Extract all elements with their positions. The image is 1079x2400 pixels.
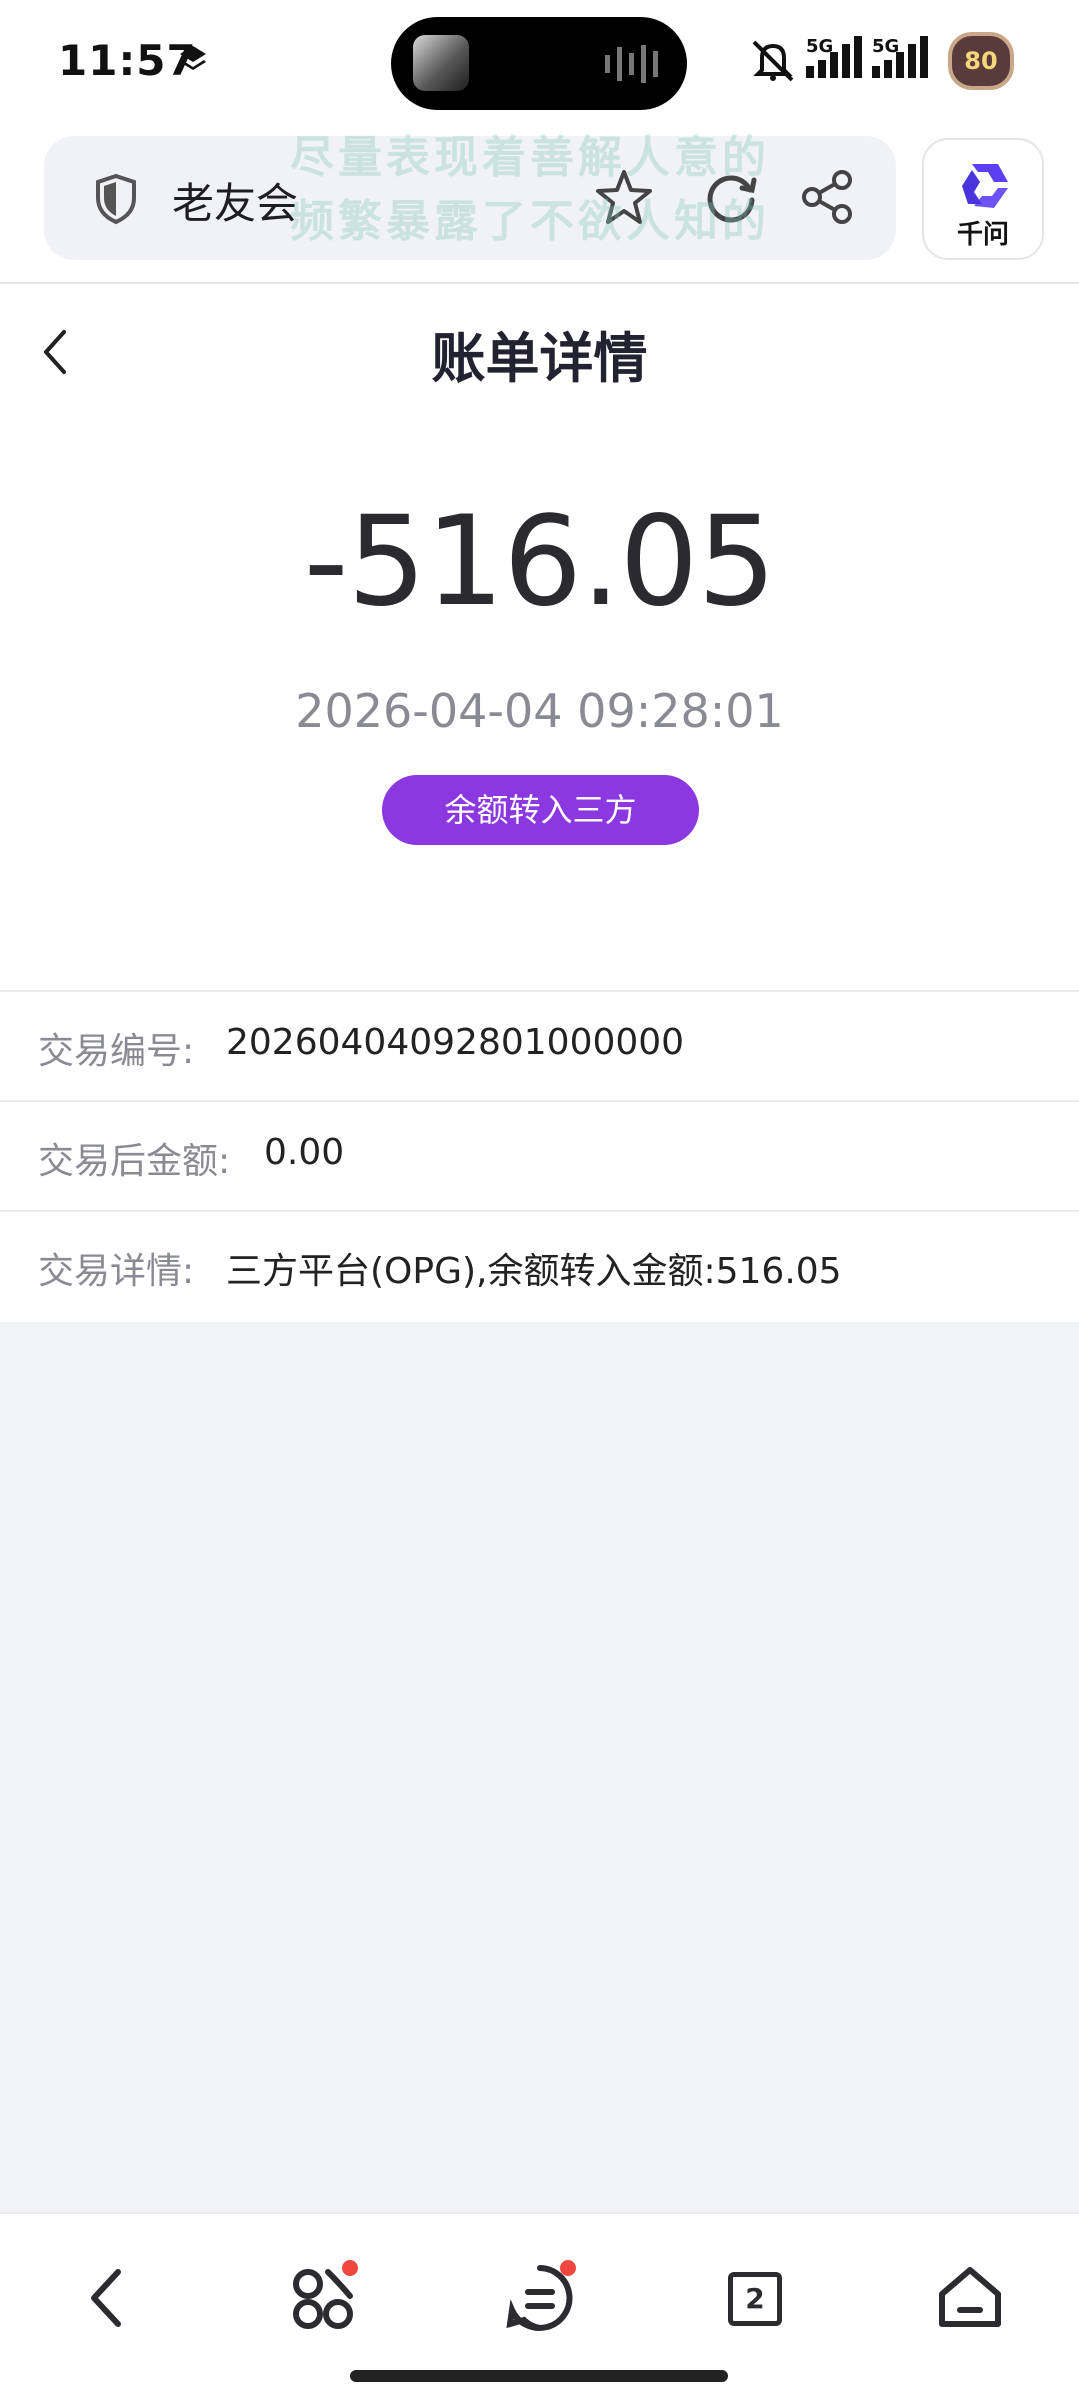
- detail-row-balance-after: 交易后金额: 0.00: [0, 1100, 1079, 1210]
- detail-row-transaction-details: 交易详情: 三方平台(OPG),余额转入金额:516.05: [0, 1210, 1079, 1320]
- nav-back-button[interactable]: [68, 2258, 148, 2338]
- share-icon[interactable]: [798, 168, 856, 226]
- nav-discover-button[interactable]: [284, 2258, 364, 2338]
- star-icon[interactable]: [592, 166, 656, 230]
- detail-value: 0.00: [264, 1132, 345, 1173]
- page-title: 账单详情: [431, 327, 648, 390]
- bill-amount: -516.05: [303, 490, 777, 634]
- signal-2-icon: [872, 36, 928, 78]
- detail-label: 交易详情:: [38, 1251, 195, 1292]
- shield-icon[interactable]: [92, 172, 140, 226]
- mute-bell-icon: [752, 40, 794, 82]
- detail-label: 交易后金额:: [38, 1141, 231, 1182]
- refresh-icon[interactable]: [702, 168, 760, 226]
- transaction-type-badge: 余额转入三方: [382, 775, 699, 845]
- notification-dot: [342, 2260, 358, 2276]
- battery-indicator: 80: [948, 32, 1014, 90]
- nav-menu-button[interactable]: [500, 2258, 580, 2338]
- signal-1-icon: [806, 36, 862, 78]
- detail-value: 三方平台(OPG),余额转入金额:516.05: [226, 1251, 842, 1292]
- detail-value: 20260404092801000000: [226, 1022, 685, 1063]
- site-name[interactable]: 老友会: [172, 170, 298, 231]
- notification-dot: [560, 2260, 576, 2276]
- home-indicator[interactable]: [350, 2370, 728, 2382]
- ai-assistant-label: 千问: [956, 220, 1009, 250]
- tabs-count: 2: [728, 2272, 782, 2326]
- detail-row-transaction-id: 交易编号: 20260404092801000000: [0, 990, 1079, 1100]
- media-thumbnail: [413, 35, 469, 91]
- nav-home-button[interactable]: [930, 2258, 1010, 2338]
- bill-datetime: 2026-04-04 09:28:01: [295, 684, 784, 738]
- dynamic-island[interactable]: [391, 17, 687, 110]
- home-icon: [939, 2267, 1001, 2327]
- back-arrow-icon: [91, 2269, 121, 2327]
- ai-assistant-button[interactable]: 千问: [922, 138, 1044, 260]
- detail-label: 交易编号:: [38, 1031, 195, 1072]
- status-bar: 11:57 5G 5G 80: [0, 0, 1079, 125]
- audio-wave-icon: [605, 45, 658, 83]
- address-bar[interactable]: 老友会: [44, 136, 896, 260]
- toolbar-divider: [0, 282, 1079, 284]
- layers-icon: [180, 46, 206, 70]
- nav-tabs-button[interactable]: 2: [714, 2258, 794, 2338]
- ai-assistant-icon: [962, 164, 1008, 208]
